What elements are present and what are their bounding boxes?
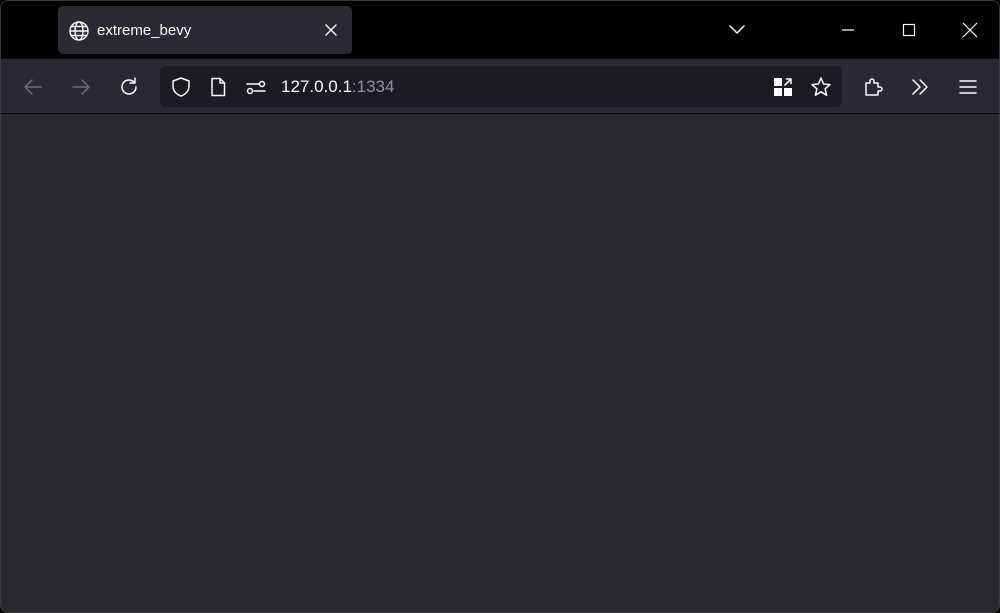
- arrow-left-icon: [24, 79, 42, 95]
- page-icon[interactable]: [207, 76, 229, 98]
- tab-extreme-bevy[interactable]: extreme_bevy: [58, 6, 352, 54]
- puzzle-icon: [865, 78, 883, 96]
- reload-icon: [121, 77, 137, 95]
- close-icon: [962, 22, 978, 38]
- forward-button[interactable]: [66, 72, 96, 102]
- browser-window: extreme_bevy 127.0.0.1:1334: [0, 0, 1000, 613]
- menu-button[interactable]: [953, 72, 983, 102]
- permissions-icon[interactable]: [245, 76, 267, 98]
- hamburger-icon: [959, 80, 977, 94]
- back-button[interactable]: [18, 72, 48, 102]
- tab-title: extreme_bevy: [97, 22, 192, 39]
- page-content[interactable]: [1, 114, 999, 612]
- arrow-right-icon: [72, 79, 90, 95]
- chevrons-right-icon: [912, 79, 928, 95]
- url-host: 127.0.0.1: [281, 77, 352, 96]
- nav-toolbar: 127.0.0.1:1334: [1, 59, 999, 114]
- close-tab-icon[interactable]: [322, 21, 340, 39]
- minimize-button[interactable]: [825, 15, 871, 45]
- star-icon[interactable]: [810, 76, 832, 98]
- maximize-icon: [902, 23, 916, 37]
- address-bar[interactable]: 127.0.0.1:1334: [160, 66, 842, 107]
- globe-icon: [68, 20, 90, 42]
- maximize-button[interactable]: [886, 15, 932, 45]
- reload-button[interactable]: [114, 72, 144, 102]
- minimize-icon: [842, 29, 854, 31]
- url-port: :1334: [351, 77, 395, 96]
- qr-code-icon[interactable]: [772, 76, 794, 98]
- close-window-button[interactable]: [947, 15, 993, 45]
- title-bar: extreme_bevy: [1, 1, 999, 59]
- shield-icon[interactable]: [170, 76, 192, 98]
- extensions-button[interactable]: [858, 72, 888, 102]
- chevron-down-icon[interactable]: [723, 17, 751, 43]
- url-text[interactable]: 127.0.0.1:1334: [281, 77, 394, 97]
- overflow-button[interactable]: [905, 72, 935, 102]
